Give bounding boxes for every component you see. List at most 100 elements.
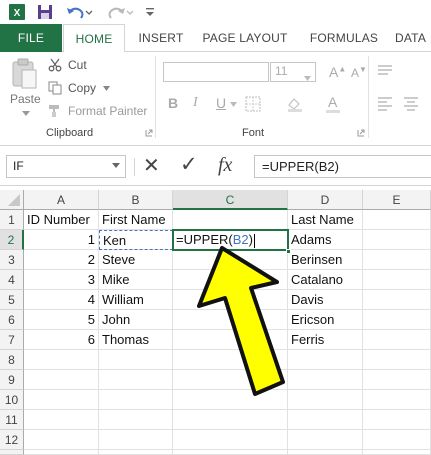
insert-function-icon[interactable]: fx xyxy=(218,154,232,177)
align-center-icon[interactable] xyxy=(402,96,420,112)
grid-cell[interactable] xyxy=(99,350,173,370)
column-header-a[interactable]: A xyxy=(24,190,99,210)
align-top-icon[interactable] xyxy=(376,64,394,80)
cell-d2[interactable]: Adams xyxy=(288,230,363,250)
cell-a7[interactable]: 6 xyxy=(24,330,99,350)
grid-cell[interactable] xyxy=(99,410,173,430)
grid-cell[interactable] xyxy=(363,210,431,230)
paste-dropdown-icon[interactable] xyxy=(22,110,30,116)
grid-cell[interactable] xyxy=(24,390,99,410)
column-header-e[interactable]: E xyxy=(363,190,431,210)
fill-color-icon[interactable] xyxy=(286,96,304,112)
grid-cell[interactable] xyxy=(363,370,431,390)
cell-b3[interactable]: Steve xyxy=(99,250,173,270)
cell-a3[interactable]: 2 xyxy=(24,250,99,270)
grid-cell[interactable] xyxy=(99,450,173,455)
row-header[interactable]: 10 xyxy=(0,390,24,410)
grid-cell[interactable] xyxy=(24,370,99,390)
grid-cell[interactable] xyxy=(363,290,431,310)
borders-icon[interactable] xyxy=(245,96,261,112)
grid-cell[interactable] xyxy=(24,410,99,430)
row-header[interactable]: 12 xyxy=(0,430,24,450)
underline-dropdown-icon[interactable] xyxy=(230,102,237,107)
format-painter-button[interactable]: Format Painter xyxy=(48,102,147,120)
cell-b4[interactable]: Mike xyxy=(99,270,173,290)
grid-cell[interactable] xyxy=(363,230,431,250)
tab-home[interactable]: HOME xyxy=(63,24,125,53)
font-size-combo[interactable]: 11 xyxy=(270,62,316,82)
grid-cell[interactable] xyxy=(24,450,99,455)
column-header-c[interactable]: C xyxy=(173,190,288,210)
grid-cell[interactable] xyxy=(363,410,431,430)
cell-d4[interactable]: Catalano xyxy=(288,270,363,290)
save-icon[interactable] xyxy=(36,3,54,21)
tab-insert[interactable]: INSERT xyxy=(133,24,189,52)
grid-cell[interactable] xyxy=(363,430,431,450)
cell-d1[interactable]: Last Name xyxy=(288,210,363,230)
bold-button[interactable]: B xyxy=(168,95,178,111)
grid-cell[interactable] xyxy=(288,370,363,390)
cell-a2[interactable]: 1 xyxy=(24,230,99,250)
grid-cell[interactable] xyxy=(99,430,173,450)
grid-cell[interactable] xyxy=(288,350,363,370)
copy-dropdown-icon[interactable] xyxy=(103,85,111,91)
paste-icon[interactable] xyxy=(10,58,40,90)
row-header[interactable]: 1 xyxy=(0,210,24,230)
row-header[interactable]: 7 xyxy=(0,330,24,350)
grid-cell[interactable] xyxy=(363,330,431,350)
cell-b5[interactable]: William xyxy=(99,290,173,310)
column-header-d[interactable]: D xyxy=(288,190,363,210)
row-header[interactable]: 11 xyxy=(0,410,24,430)
grid-cell[interactable] xyxy=(288,450,363,455)
grid-cell[interactable] xyxy=(173,410,288,430)
redo-icon[interactable] xyxy=(104,3,134,21)
cell-a1[interactable]: ID Number xyxy=(24,210,99,230)
cell-d6[interactable]: Ericson xyxy=(288,310,363,330)
grid-cell[interactable] xyxy=(99,390,173,410)
cell-d3[interactable]: Berinsen xyxy=(288,250,363,270)
cut-button[interactable]: Cut xyxy=(48,56,87,74)
select-all-corner[interactable] xyxy=(0,190,24,210)
font-name-combo[interactable] xyxy=(163,62,269,82)
grid-cell[interactable] xyxy=(173,210,288,230)
grid-cell[interactable] xyxy=(24,430,99,450)
italic-button[interactable]: I xyxy=(193,95,198,111)
cell-b6[interactable]: John xyxy=(99,310,173,330)
cell-d7[interactable]: Ferris xyxy=(288,330,363,350)
grid-cell[interactable] xyxy=(363,350,431,370)
row-header[interactable]: 9 xyxy=(0,370,24,390)
cancel-icon[interactable]: ✕ xyxy=(143,153,160,178)
grid-cell[interactable] xyxy=(288,390,363,410)
font-color-icon[interactable]: A xyxy=(328,94,337,110)
name-box-dropdown-icon[interactable] xyxy=(112,163,120,168)
align-left-icon[interactable] xyxy=(376,96,394,112)
cell-b2-referenced[interactable]: Ken xyxy=(99,230,173,250)
undo-icon[interactable] xyxy=(64,3,94,21)
increase-font-size-icon[interactable]: A▲ xyxy=(329,64,346,80)
underline-button[interactable]: U xyxy=(216,95,226,111)
decrease-font-size-icon[interactable]: A▼ xyxy=(351,65,367,80)
cell-a4[interactable]: 3 xyxy=(24,270,99,290)
tab-file[interactable]: FILE xyxy=(0,24,62,52)
column-header-b[interactable]: B xyxy=(99,190,173,210)
grid-cell[interactable] xyxy=(24,350,99,370)
row-header[interactable]: 6 xyxy=(0,310,24,330)
cell-a6[interactable]: 5 xyxy=(24,310,99,330)
row-header[interactable]: 5 xyxy=(0,290,24,310)
copy-button[interactable]: Copy xyxy=(48,79,111,97)
grid-cell[interactable] xyxy=(363,390,431,410)
grid-cell[interactable] xyxy=(363,450,431,455)
tab-page-layout[interactable]: PAGE LAYOUT xyxy=(197,24,293,52)
grid-cell[interactable] xyxy=(173,450,288,455)
worksheet-grid[interactable]: A B C D E 1 2 3 4 5 6 7 8 9 10 11 12 13 … xyxy=(0,186,431,455)
tab-formulas[interactable]: FORMULAS xyxy=(303,24,385,52)
name-box[interactable]: IF xyxy=(6,155,126,178)
customize-toolbar-icon[interactable] xyxy=(143,3,157,21)
grid-cell[interactable] xyxy=(288,410,363,430)
cell-d5[interactable]: Davis xyxy=(288,290,363,310)
paste-button[interactable]: Paste xyxy=(10,92,41,106)
grid-cell[interactable] xyxy=(99,370,173,390)
cell-a5[interactable]: 4 xyxy=(24,290,99,310)
tab-data[interactable]: DATA xyxy=(395,24,431,52)
grid-cell[interactable] xyxy=(363,310,431,330)
